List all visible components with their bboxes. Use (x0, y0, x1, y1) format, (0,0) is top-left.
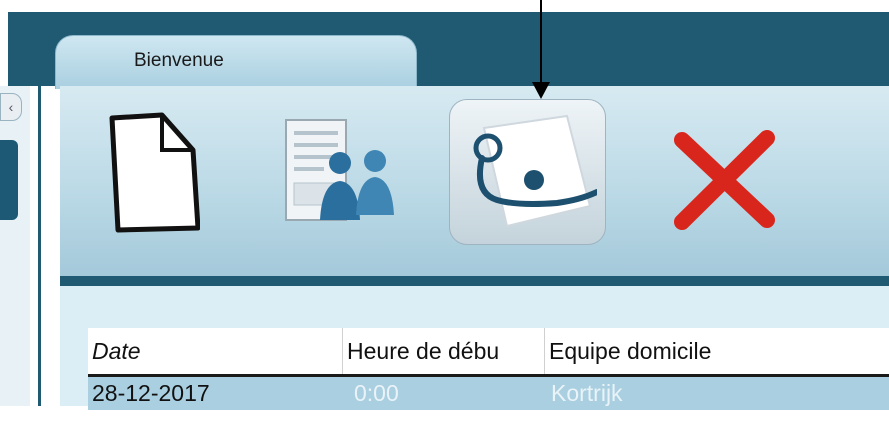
collapse-panel-button[interactable]: ‹ (0, 93, 22, 121)
new-document-button[interactable] (100, 110, 200, 235)
cell-date: 28-12-2017 (92, 380, 210, 406)
annotation-arrow-line (540, 0, 542, 85)
annotation-arrow-head (532, 82, 550, 99)
document-users-icon (278, 115, 403, 230)
delete-x-icon (672, 130, 777, 230)
left-panel-handle[interactable] (0, 140, 18, 220)
left-panel (0, 86, 30, 406)
tab-bienvenue[interactable]: Bienvenue (55, 35, 417, 89)
column-header-date[interactable]: Date (88, 328, 343, 374)
panel-divider (38, 86, 41, 406)
column-header-home-team[interactable]: Equipe domicile (545, 328, 889, 374)
bottom-edge (0, 410, 889, 421)
tab-label: Bienvenue (134, 50, 224, 71)
referee-whistle-icon (462, 108, 597, 238)
column-header-start-time[interactable]: Heure de débu (343, 328, 545, 374)
cell-home-team: Kortrijk (551, 380, 623, 406)
referee-tool[interactable] (462, 108, 597, 238)
document-users-button[interactable] (278, 115, 403, 230)
toolbar-border (60, 276, 889, 286)
new-document-icon (100, 110, 200, 235)
delete-button[interactable] (672, 130, 777, 230)
cell-start-time: 0:00 (354, 380, 399, 406)
